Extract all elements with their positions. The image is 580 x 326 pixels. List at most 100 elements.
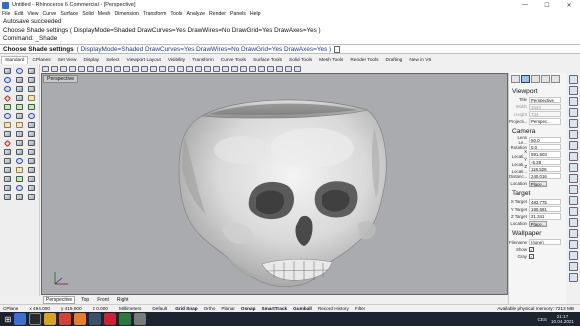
chrome-icon[interactable] (59, 313, 71, 325)
tab-perspective[interactable]: Perspective (43, 296, 76, 304)
viewport-properties-icon[interactable] (521, 75, 530, 83)
menu-edit[interactable]: Edit (14, 11, 23, 17)
properties-icon[interactable] (240, 65, 247, 72)
sphere-icon[interactable] (2, 112, 12, 120)
panel-toggle-icon[interactable] (568, 75, 578, 84)
environment-icon[interactable] (568, 130, 578, 139)
mirror-icon[interactable] (14, 139, 24, 147)
command-input-cursor[interactable] (334, 45, 341, 53)
lights-icon[interactable] (568, 108, 578, 117)
more-tools-icon[interactable] (26, 193, 36, 201)
show-checkbox[interactable]: ✓ (529, 246, 534, 252)
z-target-field[interactable]: 31.341 (529, 213, 561, 220)
osnap-toggle[interactable]: Osnap (241, 306, 256, 311)
rhino-taskbar-icon[interactable] (89, 313, 101, 325)
layout-icon[interactable] (26, 184, 36, 192)
options-gear-icon[interactable] (14, 193, 24, 201)
file-explorer-icon[interactable] (44, 313, 56, 325)
units-label[interactable]: Millimeters (119, 306, 141, 311)
tab-mesh-tools[interactable]: Mesh Tools (316, 57, 346, 64)
zoom-icon[interactable] (141, 65, 148, 72)
minimize-button[interactable]: — (514, 0, 536, 10)
tab-new-in-v6[interactable]: New in V6 (406, 57, 434, 64)
menu-mesh[interactable]: Mesh (98, 11, 111, 17)
join-icon[interactable] (26, 148, 36, 156)
tab-display[interactable]: Display (80, 57, 102, 64)
rectangle-icon[interactable] (26, 76, 36, 84)
polyline-icon[interactable] (26, 67, 36, 75)
tab-drafting[interactable]: Drafting (383, 57, 406, 64)
tab-top[interactable]: Top (79, 297, 91, 303)
layer-label[interactable]: Default (152, 306, 167, 311)
copy-icon[interactable] (96, 65, 103, 72)
menu-dimension[interactable]: Dimension (114, 11, 139, 17)
extend-icon[interactable] (26, 94, 36, 102)
options-icon[interactable] (285, 65, 292, 72)
smarttrack-toggle[interactable]: SmartTrack (262, 306, 288, 311)
menu-analyze[interactable]: Analyze (187, 11, 205, 17)
tab-cplanes[interactable]: CPlanes (29, 57, 53, 64)
loft-icon[interactable] (26, 103, 36, 111)
menu-tools[interactable]: Tools (170, 11, 182, 17)
tab-front[interactable]: Front (95, 297, 111, 303)
boolean-union-icon[interactable] (2, 121, 12, 129)
rotation-field[interactable]: 0.0 (529, 143, 561, 151)
rotate-icon[interactable] (26, 130, 36, 138)
render-icon[interactable] (258, 65, 265, 72)
move-icon[interactable] (2, 130, 12, 138)
surface-icon[interactable] (2, 103, 12, 111)
y-target-field[interactable]: 190.681 (529, 206, 561, 213)
select-all-icon[interactable] (204, 65, 211, 72)
analyze-icon[interactable] (276, 65, 283, 72)
task-view-icon[interactable] (29, 313, 41, 325)
polygon-icon[interactable] (26, 85, 36, 93)
settings-icon[interactable] (568, 262, 578, 271)
help-icon[interactable] (294, 65, 301, 72)
undo-icon[interactable] (114, 65, 121, 72)
render-panel-icon[interactable] (568, 97, 578, 106)
menu-view[interactable]: View (27, 11, 38, 17)
named-cplanes-icon[interactable] (568, 152, 578, 161)
curvature-icon[interactable] (26, 175, 36, 183)
target-place-button[interactable]: Place... (529, 220, 547, 227)
distance-field[interactable]: 240.016 (529, 173, 561, 180)
tab-right[interactable]: Right (115, 297, 131, 303)
shade-icon[interactable] (249, 65, 256, 72)
paste-icon[interactable] (105, 65, 112, 72)
zoom-extents-icon[interactable] (159, 65, 166, 72)
tab-transform[interactable]: Transform (189, 57, 217, 64)
object-properties-icon[interactable] (511, 75, 520, 83)
four-viewports-icon[interactable] (186, 65, 193, 72)
command-options[interactable]: ( DisplayMode=Shaded DrawCurves=Yes Draw… (77, 46, 332, 53)
cut-icon[interactable] (87, 65, 94, 72)
layers-icon[interactable] (568, 86, 578, 95)
menu-file[interactable]: File (2, 11, 10, 17)
display-panel-icon[interactable] (551, 75, 560, 83)
windows-start-icon[interactable]: ⊞ (2, 313, 14, 325)
tab-set-view[interactable]: Set View (55, 57, 80, 64)
menu-transform[interactable]: Transform (143, 11, 166, 17)
menu-help[interactable]: Help (250, 11, 261, 17)
firefox-icon[interactable] (74, 313, 86, 325)
hide-icon[interactable] (213, 65, 220, 72)
lock-icon[interactable] (222, 65, 229, 72)
menu-solid[interactable]: Solid (82, 11, 94, 17)
clock[interactable]: 21:17 10.04.2021 (551, 314, 574, 325)
menu-render[interactable]: Render (209, 11, 226, 17)
box-icon[interactable] (14, 112, 24, 120)
x-target-field[interactable]: 483.775 (529, 198, 561, 206)
record-history-toggle[interactable]: Record History (318, 306, 349, 311)
print-icon[interactable] (69, 65, 76, 72)
scale-icon[interactable] (2, 139, 12, 147)
texture-icon[interactable] (568, 240, 578, 249)
material-icon[interactable] (267, 65, 274, 72)
split-icon[interactable] (14, 148, 24, 156)
analyze-direction-icon[interactable] (14, 175, 24, 183)
copy-object-icon[interactable] (14, 130, 24, 138)
projection-dropdown[interactable]: Perspec... (529, 118, 561, 125)
layer-icon[interactable] (231, 65, 238, 72)
text-icon[interactable] (2, 166, 12, 174)
arc-icon[interactable] (14, 76, 24, 84)
menu-panels[interactable]: Panels (230, 11, 246, 17)
block-icon[interactable] (2, 193, 12, 201)
